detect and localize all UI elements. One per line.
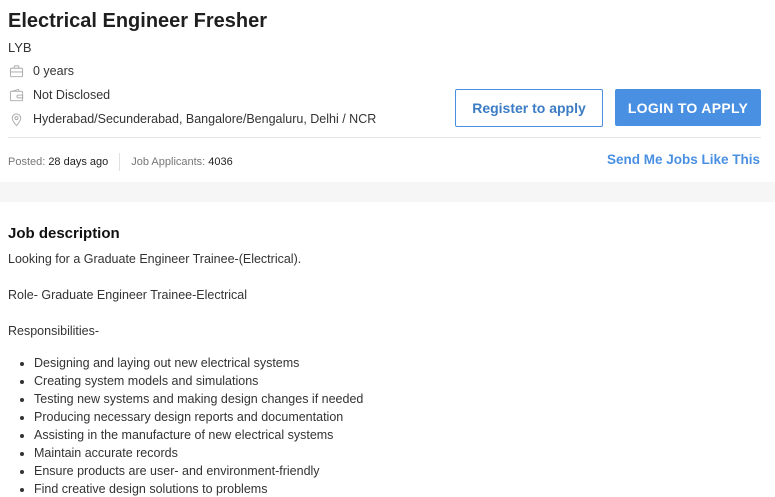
list-item: Maintain accurate records [34,444,768,462]
company-name[interactable]: LYB [8,40,32,55]
experience-text: 0 years [33,64,74,78]
section-gap [0,182,775,202]
job-role-text: Role- Graduate Engineer Trainee-Electric… [8,288,248,302]
job-header-card: Electrical Engineer Fresher LYB 0 years … [0,0,775,182]
job-title: Electrical Engineer Fresher [8,10,268,32]
login-to-apply-button[interactable]: LOGIN TO APPLY [615,89,761,126]
job-description-heading: Job description [8,225,120,242]
list-item: Producing necessary design reports and d… [34,408,768,426]
header-divider [8,137,761,138]
list-item: Find creative design solutions to proble… [34,480,768,497]
job-intro-text: Looking for a Graduate Engineer Trainee-… [8,252,302,266]
posted-label: Posted: [8,156,46,168]
responsibilities-list: Designing and laying out new electrical … [8,354,768,497]
applicants-value: 4036 [208,156,233,168]
stats-separator [119,153,121,171]
job-stats: Posted: 28 days ago Job Applicants: 4036 [8,153,233,171]
list-item: Testing new systems and making design ch… [34,390,768,408]
responsibilities-label: Responsibilities- [8,324,100,338]
list-item: Designing and laying out new electrical … [34,354,768,372]
salary-row: Not Disclosed [8,86,110,104]
experience-row: 0 years [8,62,74,80]
wallet-icon [8,87,24,103]
location-row: Hyderabad/Secunderabad, Bangalore/Bengal… [8,110,376,128]
location-text[interactable]: Hyderabad/Secunderabad, Bangalore/Bengal… [33,112,376,126]
send-me-jobs-like-this-link[interactable]: Send Me Jobs Like This [607,152,760,167]
briefcase-icon [8,63,24,79]
applicants-label: Job Applicants: [131,156,206,168]
list-item: Creating system models and simulations [34,372,768,390]
list-item: Assisting in the manufacture of new elec… [34,426,768,444]
location-pin-icon [8,111,24,127]
posted-value: 28 days ago [48,156,109,168]
list-item: Ensure products are user- and environmen… [34,462,768,480]
salary-text: Not Disclosed [33,88,111,102]
job-description-section: Job description Looking for a Graduate E… [8,225,768,497]
register-to-apply-button[interactable]: Register to apply [455,89,603,127]
